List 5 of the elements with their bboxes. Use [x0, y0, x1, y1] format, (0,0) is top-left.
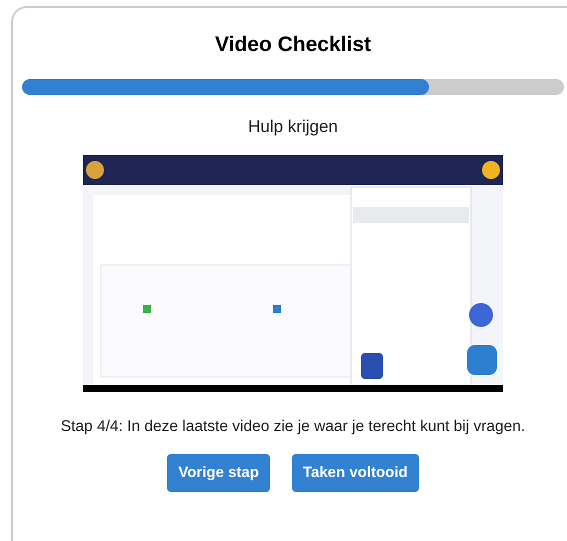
tasks-done-button[interactable]: Taken voltooid	[292, 454, 419, 492]
step-description: Stap 4/4: In deze laatste video zie je waar je terecht kunt bij vragen.	[60, 417, 526, 437]
card-title: Video Checklist	[214, 32, 371, 58]
previous-step-button[interactable]: Vorige stap	[167, 454, 270, 492]
step-title: Hulp krijgen	[248, 116, 338, 138]
